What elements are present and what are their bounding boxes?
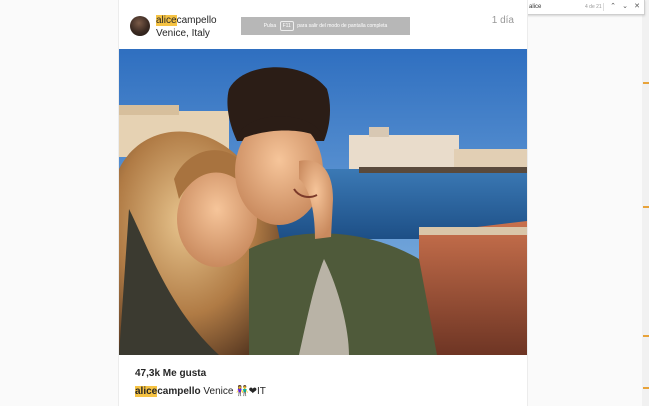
find-match-marker bbox=[643, 387, 649, 389]
photo-illustration bbox=[119, 49, 527, 355]
find-match-marker bbox=[643, 335, 649, 337]
divider bbox=[603, 3, 604, 11]
chevron-up-icon[interactable]: ⌃ bbox=[608, 0, 618, 14]
likes-count[interactable]: 47,3k Me gusta bbox=[135, 368, 206, 379]
post-caption: alicecampello Venice 👫❤IT bbox=[135, 386, 266, 397]
caption-username-rest: campello bbox=[157, 386, 201, 397]
close-icon[interactable]: ✕ bbox=[632, 0, 642, 14]
caption-username[interactable]: alicecampello bbox=[135, 386, 201, 397]
username-rest: campello bbox=[176, 15, 217, 26]
key-badge: F11 bbox=[279, 21, 294, 31]
fullscreen-notice: Pulsa F11 para salir del modo de pantall… bbox=[241, 17, 410, 35]
find-count: 4 de 21 bbox=[585, 4, 602, 10]
find-bar: alice 4 de 21 ⌃ ⌄ ✕ bbox=[523, 0, 645, 15]
search-highlight: alice bbox=[135, 386, 158, 397]
caption-text: Venice 👫❤IT bbox=[203, 386, 266, 397]
post-photo[interactable] bbox=[119, 49, 527, 355]
post-time[interactable]: 1 día bbox=[492, 15, 514, 26]
avatar[interactable] bbox=[130, 16, 150, 36]
find-input[interactable]: alice bbox=[529, 0, 541, 14]
post-location[interactable]: Venice, Italy bbox=[156, 28, 210, 40]
post-card: alicecampello Venice, Italy 1 día Pulsa … bbox=[118, 0, 528, 406]
post-username[interactable]: alicecampello bbox=[156, 15, 217, 27]
notice-prefix: Pulsa bbox=[263, 23, 277, 29]
scrollbar[interactable] bbox=[642, 0, 649, 406]
chevron-down-icon[interactable]: ⌄ bbox=[620, 0, 630, 14]
search-highlight: alice bbox=[156, 15, 177, 26]
find-match-marker bbox=[643, 82, 649, 84]
find-match-marker bbox=[643, 206, 649, 208]
notice-suffix: para salir del modo de pantalla completa bbox=[297, 23, 388, 29]
